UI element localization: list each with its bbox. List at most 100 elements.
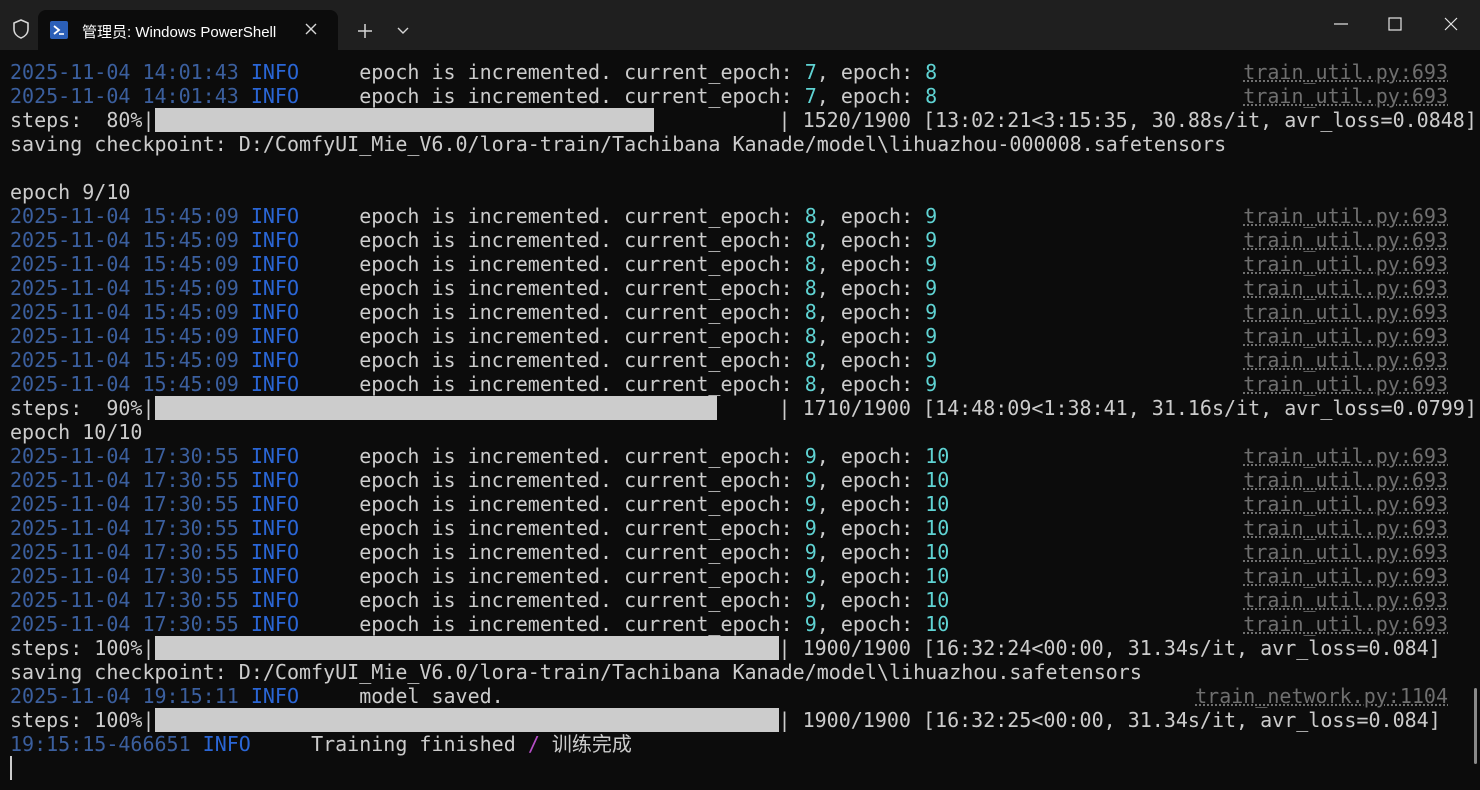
terminal-line: 2025-11-04 14:01:43 INFO epoch is increm… bbox=[10, 60, 1460, 84]
log-number: 9 bbox=[804, 468, 817, 492]
progress-stats: | 1520/1900 [13:02:21<3:15:35, 30.88s/it… bbox=[778, 108, 1477, 132]
log-level: INFO bbox=[250, 372, 299, 396]
log-level: INFO bbox=[250, 540, 299, 564]
log-timestamp: 2025-11-04 17:30:55 bbox=[10, 468, 239, 492]
terminal-line: 2025-11-04 15:45:09 INFO epoch is increm… bbox=[10, 324, 1460, 348]
log-message: , epoch: bbox=[816, 252, 926, 276]
terminal-line: 2025-11-04 14:01:43 INFO epoch is increm… bbox=[10, 84, 1460, 108]
terminal-line: 2025-11-04 15:45:09 INFO epoch is increm… bbox=[10, 348, 1460, 372]
log-level: INFO bbox=[250, 588, 299, 612]
log-message: , epoch: bbox=[816, 84, 926, 108]
log-number: 8 bbox=[804, 372, 817, 396]
log-message: , epoch: bbox=[816, 468, 926, 492]
terminal-line: 2025-11-04 15:45:09 INFO epoch is increm… bbox=[10, 204, 1460, 228]
log-number: 9 bbox=[804, 444, 817, 468]
log-message: epoch is incremented. current_epoch: bbox=[359, 444, 805, 468]
log-level: INFO bbox=[250, 348, 299, 372]
terminal-line: epoch 10/10 bbox=[10, 420, 1460, 444]
log-message: , epoch: bbox=[816, 60, 926, 84]
progress-label: steps: 100%| bbox=[10, 708, 155, 732]
log-source-link: train_util.py:693 bbox=[1243, 468, 1448, 492]
log-number: 9 bbox=[925, 324, 938, 348]
log-message: epoch is incremented. current_epoch: bbox=[359, 252, 805, 276]
log-number: 7 bbox=[804, 84, 817, 108]
log-number: 8 bbox=[804, 252, 817, 276]
maximize-button[interactable] bbox=[1372, 8, 1418, 40]
chevron-down-icon[interactable] bbox=[390, 19, 416, 43]
log-message: , epoch: bbox=[816, 276, 926, 300]
log-number: 9 bbox=[925, 204, 938, 228]
log-level: INFO bbox=[250, 252, 299, 276]
terminal-line: 2025-11-04 17:30:55 INFO epoch is increm… bbox=[10, 444, 1460, 468]
log-timestamp: 2025-11-04 17:30:55 bbox=[10, 612, 239, 636]
log-level: INFO bbox=[250, 300, 299, 324]
log-timestamp: 2025-11-04 15:45:09 bbox=[10, 204, 239, 228]
log-message: epoch is incremented. current_epoch: bbox=[359, 372, 805, 396]
minimize-button[interactable] bbox=[1318, 8, 1364, 40]
log-number: 10 bbox=[925, 588, 950, 612]
log-level: INFO bbox=[250, 492, 299, 516]
terminal-line: 2025-11-04 17:30:55 INFO epoch is increm… bbox=[10, 588, 1460, 612]
log-message: epoch is incremented. current_epoch: bbox=[359, 492, 805, 516]
log-message: epoch is incremented. current_epoch: bbox=[359, 228, 805, 252]
log-separator: / bbox=[527, 732, 540, 756]
log-timestamp: 2025-11-04 15:45:09 bbox=[10, 300, 239, 324]
log-message: , epoch: bbox=[816, 204, 926, 228]
log-source-link: train_util.py:693 bbox=[1243, 540, 1448, 564]
log-number: 8 bbox=[804, 204, 817, 228]
log-timestamp: 2025-11-04 15:45:09 bbox=[10, 228, 239, 252]
log-number: 9 bbox=[925, 228, 938, 252]
log-message: epoch is incremented. current_epoch: bbox=[359, 564, 805, 588]
log-source-link: train_util.py:693 bbox=[1243, 516, 1448, 540]
scrollbar[interactable] bbox=[1474, 688, 1477, 764]
log-message: , epoch: bbox=[816, 300, 926, 324]
log-message: epoch is incremented. current_epoch: bbox=[359, 348, 805, 372]
progress-bar bbox=[154, 108, 654, 132]
log-source-link: train_util.py:693 bbox=[1243, 204, 1448, 228]
terminal-line: 2025-11-04 15:45:09 INFO epoch is increm… bbox=[10, 372, 1460, 396]
terminal-line: 2025-11-04 19:15:11 INFO model saved. tra… bbox=[10, 684, 1460, 708]
shield-icon bbox=[10, 18, 32, 40]
log-number: 9 bbox=[804, 564, 817, 588]
log-number: 8 bbox=[804, 348, 817, 372]
log-message: , epoch: bbox=[816, 588, 926, 612]
log-number: 10 bbox=[925, 540, 950, 564]
log-timestamp: 2025-11-04 17:30:55 bbox=[10, 516, 239, 540]
log-message: epoch is incremented. current_epoch: bbox=[359, 324, 805, 348]
log-message: epoch is incremented. current_epoch: bbox=[359, 60, 805, 84]
log-number: 10 bbox=[925, 468, 950, 492]
terminal-line: steps: 100%| | 1900/1900 [16:32:24<00:00,… bbox=[10, 636, 1460, 660]
terminal-text: epoch 9/10 bbox=[10, 180, 131, 204]
log-timestamp: 2025-11-04 14:01:43 bbox=[10, 60, 239, 84]
log-level: INFO bbox=[250, 444, 299, 468]
progress-bar bbox=[154, 708, 779, 732]
log-source-link: train_util.py:693 bbox=[1243, 60, 1448, 84]
close-tab-icon[interactable] bbox=[300, 18, 322, 40]
progress-label: steps: 80%| bbox=[10, 108, 155, 132]
tab-powershell[interactable]: 管理员: Windows PowerShell bbox=[38, 10, 338, 50]
terminal-line: 2025-11-04 17:30:55 INFO epoch is increm… bbox=[10, 468, 1460, 492]
terminal-output[interactable]: 2025-11-04 14:01:43 INFO epoch is increm… bbox=[10, 60, 1477, 790]
new-tab-button[interactable] bbox=[352, 19, 378, 43]
log-level: INFO bbox=[250, 468, 299, 492]
log-timestamp: 2025-11-04 17:30:55 bbox=[10, 444, 239, 468]
log-message: epoch is incremented. current_epoch: bbox=[359, 588, 805, 612]
log-source-link: train_util.py:693 bbox=[1243, 348, 1448, 372]
log-number: 10 bbox=[925, 444, 950, 468]
log-message: epoch is incremented. current_epoch: bbox=[359, 300, 805, 324]
terminal-line: 2025-11-04 17:30:55 INFO epoch is increm… bbox=[10, 564, 1460, 588]
terminal-line: epoch 9/10 bbox=[10, 180, 1460, 204]
terminal-line: saving checkpoint: D:/ComfyUI_Mie_V6.0/l… bbox=[10, 660, 1460, 684]
log-number: 10 bbox=[925, 612, 950, 636]
log-timestamp: 19:15:15-466651 bbox=[10, 732, 191, 756]
terminal-line: 2025-11-04 17:30:55 INFO epoch is increm… bbox=[10, 540, 1460, 564]
close-window-button[interactable] bbox=[1428, 8, 1474, 40]
progress-label: steps: 90%| bbox=[10, 396, 155, 420]
log-level: INFO bbox=[250, 684, 299, 708]
log-level: INFO bbox=[250, 84, 299, 108]
log-source-link: train_util.py:693 bbox=[1243, 228, 1448, 252]
log-source-link: train_util.py:693 bbox=[1243, 444, 1448, 468]
log-message: model saved. bbox=[359, 684, 504, 708]
terminal-line: 2025-11-04 15:45:09 INFO epoch is increm… bbox=[10, 228, 1460, 252]
terminal-line: 2025-11-04 17:30:55 INFO epoch is increm… bbox=[10, 492, 1460, 516]
